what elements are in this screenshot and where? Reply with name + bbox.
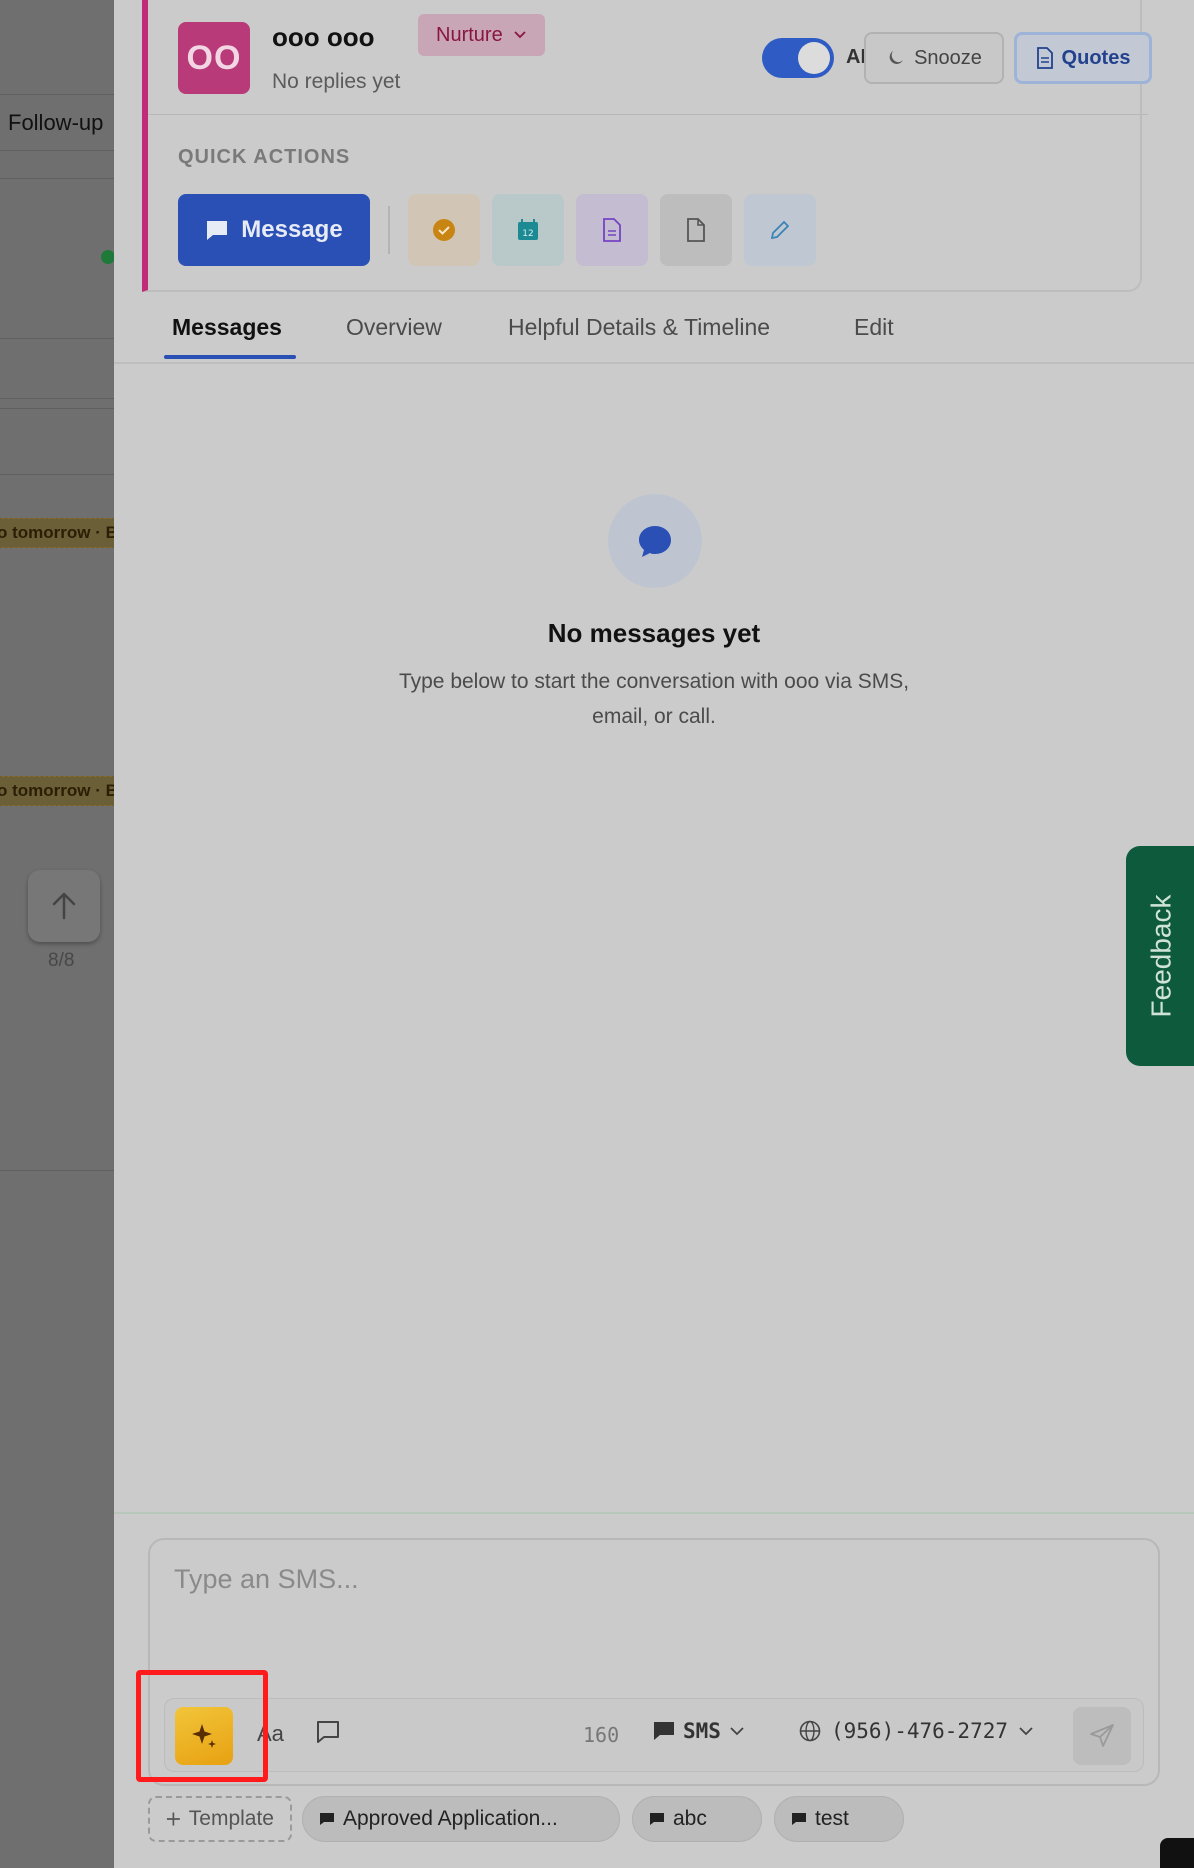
add-template-button[interactable]: Template [148, 1796, 292, 1842]
edit-pencil-icon [770, 220, 790, 240]
quotes-button[interactable]: Quotes [1014, 32, 1152, 84]
comment-button[interactable] [315, 1719, 341, 1750]
quotes-label: Quotes [1061, 46, 1131, 69]
moon-icon [889, 51, 904, 64]
divider [0, 474, 114, 475]
chevron-down-icon [730, 1727, 744, 1736]
feedback-label: Feedback [1145, 894, 1176, 1018]
edit-button[interactable] [744, 194, 816, 266]
follow-up-label: Follow-up [8, 110, 104, 135]
empty-state-icon [608, 494, 702, 588]
file-button[interactable] [660, 194, 732, 266]
note-button[interactable] [576, 194, 648, 266]
template-chips: Template Approved Application... abc tes… [148, 1796, 1188, 1844]
tab-edit[interactable]: Edit [854, 314, 894, 341]
status-dot [101, 250, 114, 264]
document-icon [1036, 47, 1053, 69]
chat-bubble-icon [639, 526, 671, 557]
comment-icon [317, 1721, 339, 1743]
template-chip[interactable]: test [774, 1796, 904, 1842]
task-check-button[interactable] [408, 194, 480, 266]
chat-bubble-icon [207, 221, 228, 240]
divider [148, 114, 1148, 115]
divider [0, 398, 114, 399]
plus-icon [166, 1812, 180, 1826]
channel-select[interactable]: SMS [653, 1719, 745, 1743]
composer-toolbar: Aa 160 SMS (956)-476-2727 [164, 1698, 1144, 1772]
feedback-tab[interactable]: Feedback [1126, 846, 1194, 1066]
ai-label: AI [846, 46, 866, 68]
ai-toggle[interactable] [762, 38, 834, 78]
message-composer[interactable]: Type an SMS... Aa 160 SMS (956)-476-2727 [148, 1538, 1160, 1786]
reply-status: No replies yet [272, 70, 401, 93]
divider [0, 94, 114, 95]
svg-text:12: 12 [522, 229, 533, 239]
contact-header: OO ooo ooo Nurture No replies yet AI Sno… [142, 0, 1152, 292]
message-input[interactable]: Type an SMS... [174, 1564, 359, 1595]
tab-overview[interactable]: Overview [346, 314, 442, 341]
chat-bubble-icon [792, 1813, 806, 1825]
snooze-button[interactable]: Snooze [864, 32, 1004, 84]
tab-active-indicator [164, 355, 296, 359]
chevron-down-icon [514, 31, 526, 39]
tab-helpful-details[interactable]: Helpful Details & Timeline [508, 314, 770, 341]
arrow-up-icon [52, 892, 76, 920]
character-count: 160 [583, 1723, 620, 1747]
divider [0, 408, 114, 409]
empty-state-title: No messages yet [547, 618, 761, 648]
stage-label: Nurture [436, 23, 503, 46]
page-count: 8/8 [48, 950, 75, 971]
corner-widget [1160, 1838, 1194, 1868]
divider [0, 178, 114, 179]
follow-up-badge: o tomorrow · B [0, 518, 114, 548]
divider [114, 1512, 1194, 1514]
background-page: Follow-up o tomorrow · B o tomorrow · B … [0, 0, 114, 1868]
toggle-knob [798, 42, 830, 74]
template-chip-label: Approved Application... [343, 1807, 558, 1830]
chat-bubble-icon [654, 1722, 674, 1740]
calendar-button[interactable]: 12 [492, 194, 564, 266]
divider [0, 1170, 114, 1171]
follow-up-badge: o tomorrow · B [0, 776, 114, 806]
chat-bubble-icon [320, 1813, 334, 1825]
calendar-icon: 12 [518, 219, 538, 240]
divider [0, 150, 114, 151]
contact-name: ooo ooo [272, 22, 375, 52]
task-check-icon [433, 219, 455, 241]
send-icon [1090, 1724, 1114, 1747]
template-chip[interactable]: abc [632, 1796, 762, 1842]
tab-messages[interactable]: Messages [172, 314, 282, 341]
avatar: OO [178, 22, 250, 94]
stage-dropdown[interactable]: Nurture [418, 14, 545, 56]
chevron-down-icon [1019, 1727, 1033, 1736]
template-label: Template [188, 1807, 274, 1830]
template-chip-label: abc [673, 1807, 707, 1830]
send-button[interactable] [1073, 1707, 1131, 1765]
phone-number: (956)-476-2727 [831, 1719, 1009, 1743]
snooze-label: Snooze [914, 46, 982, 69]
template-chip[interactable]: Approved Application... [302, 1796, 620, 1842]
empty-state-subtitle: Type below to start the conversation wit… [398, 670, 910, 728]
file-icon [687, 218, 705, 242]
template-chip-label: test [815, 1807, 849, 1830]
quick-actions-title: QUICK ACTIONS [178, 146, 351, 168]
message-button[interactable]: Message [178, 194, 370, 266]
globe-icon [799, 1720, 821, 1742]
highlight-box [136, 1670, 268, 1782]
divider [0, 338, 114, 339]
channel-label: SMS [683, 1719, 721, 1743]
chat-bubble-icon [650, 1813, 664, 1825]
document-icon [603, 218, 621, 242]
scroll-top-button[interactable] [28, 870, 100, 942]
tab-bar: Messages Overview Helpful Details & Time… [114, 300, 1194, 364]
message-label: Message [241, 216, 343, 243]
contact-panel: OO ooo ooo Nurture No replies yet AI Sno… [114, 0, 1194, 1868]
divider [388, 206, 390, 254]
from-number-select[interactable]: (956)-476-2727 [799, 1719, 1034, 1743]
